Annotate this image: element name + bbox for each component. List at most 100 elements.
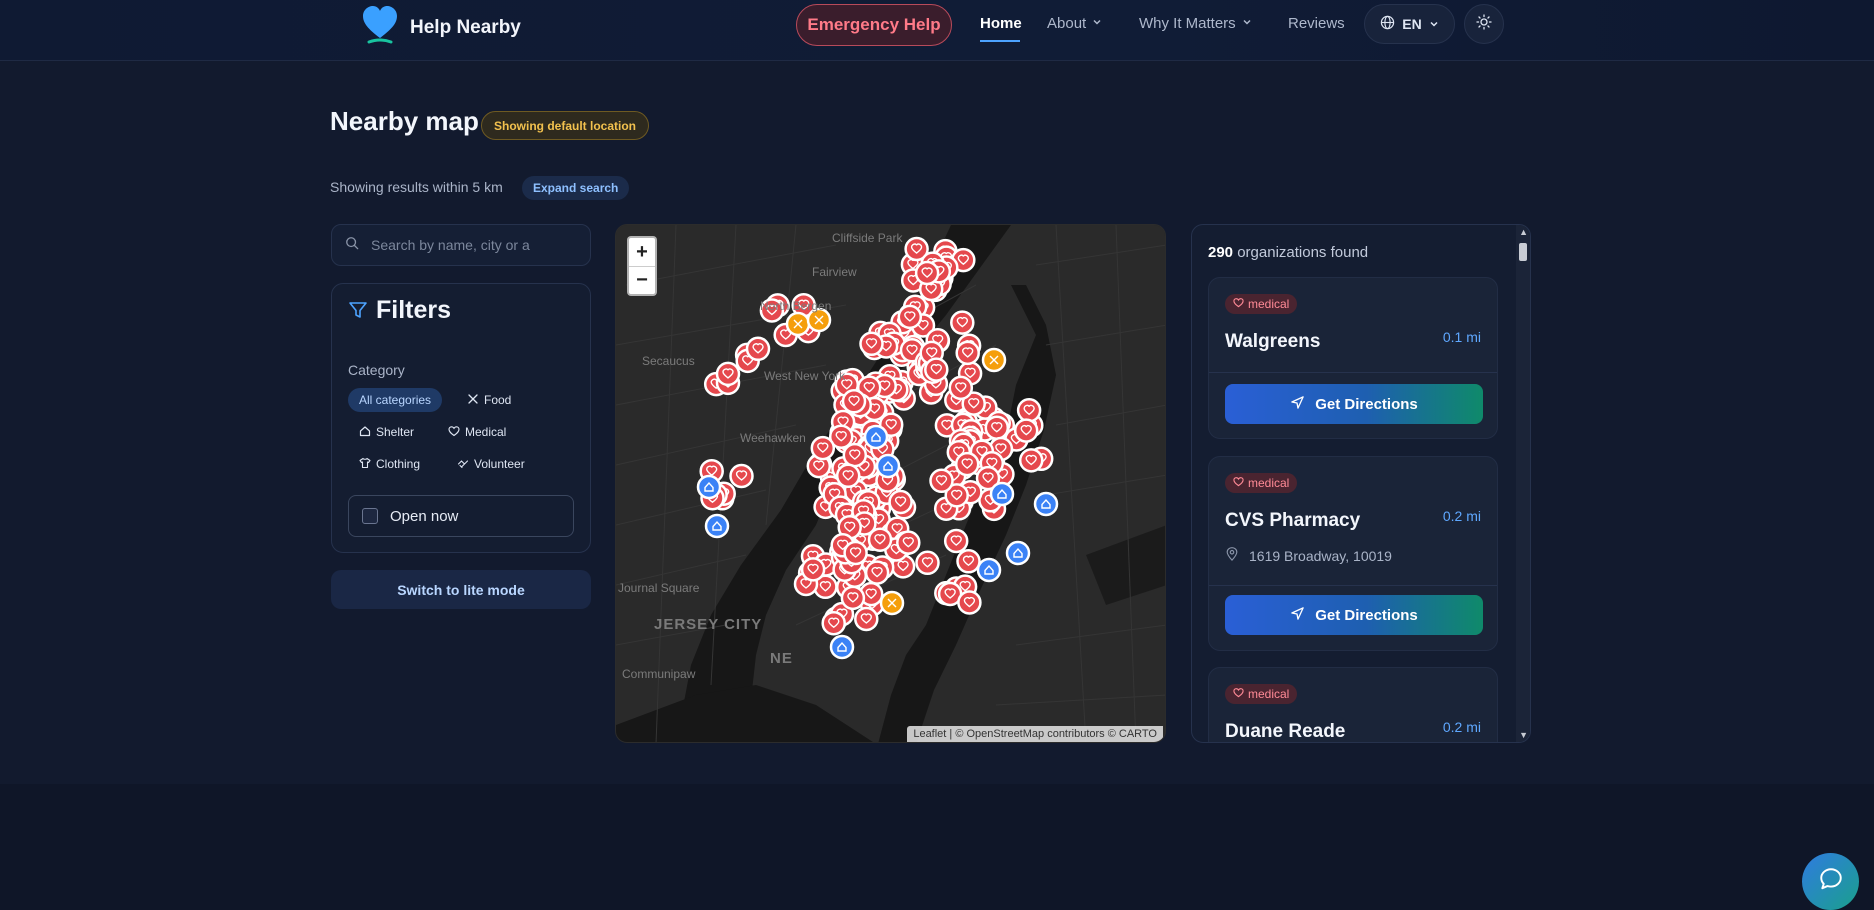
chip-all-categories[interactable]: All categories — [348, 388, 443, 412]
sun-icon — [1476, 13, 1492, 35]
language-code: EN — [1402, 16, 1422, 32]
lite-mode-button[interactable]: Switch to lite mode — [331, 570, 591, 609]
language-selector[interactable]: EN — [1364, 4, 1455, 44]
shelter-marker-icon[interactable] — [863, 424, 889, 450]
category-tag-label: medical — [1248, 297, 1290, 311]
results-panel: 290 organizations found medical Walgreen… — [1191, 224, 1531, 743]
chat-button[interactable] — [1802, 853, 1859, 910]
medical-marker-icon[interactable] — [867, 527, 893, 552]
medical-marker-icon[interactable] — [715, 361, 741, 387]
shelter-marker-icon[interactable] — [1033, 491, 1059, 517]
medical-marker-icon[interactable] — [956, 549, 981, 574]
category-tag: medical — [1225, 684, 1298, 704]
nav-home-label: Home — [980, 15, 1022, 32]
shelter-marker-icon[interactable] — [829, 634, 855, 660]
filters-title: Filters — [376, 296, 452, 324]
results-scrollbar[interactable]: ▲ ▼ — [1516, 225, 1530, 742]
shelter-marker-icon[interactable] — [875, 453, 901, 479]
nav-home[interactable]: Home — [980, 15, 1022, 32]
scrollbar-thumb[interactable] — [1519, 243, 1527, 261]
food-marker-icon[interactable] — [981, 347, 1007, 373]
get-directions-button[interactable]: Get Directions — [1225, 595, 1483, 635]
result-distance: 0.2 mi — [1442, 719, 1481, 735]
map-place-label: JERSEY CITY — [654, 616, 763, 633]
zoom-out-button[interactable]: − — [629, 266, 655, 294]
chip-food[interactable]: Food — [456, 388, 522, 412]
chip-label: All categories — [359, 393, 432, 407]
food-marker-icon[interactable] — [785, 311, 811, 337]
result-name[interactable]: Duane Reade — [1225, 721, 1345, 742]
result-card[interactable]: medical CVS Pharmacy 0.2 mi 1619 Broadwa… — [1208, 456, 1498, 651]
scroll-down-arrow-icon[interactable]: ▼ — [1519, 730, 1528, 740]
scroll-up-arrow-icon[interactable]: ▲ — [1519, 227, 1528, 237]
zoom-control: + − — [627, 236, 657, 296]
nav-why-it-matters[interactable]: Why It Matters — [1139, 15, 1252, 32]
medical-marker-icon[interactable] — [955, 340, 980, 366]
brand-logo-link[interactable]: Help Nearby — [360, 4, 521, 51]
category-tag: medical — [1225, 473, 1298, 493]
medical-marker-icon[interactable] — [915, 550, 940, 576]
medical-marker-icon[interactable] — [821, 610, 846, 636]
shelter-marker-icon[interactable] — [1005, 540, 1031, 566]
medical-marker-icon[interactable] — [924, 357, 949, 382]
map-place-label: Journal Square — [618, 581, 700, 595]
search-field[interactable] — [331, 224, 591, 266]
medical-marker-icon[interactable] — [950, 310, 975, 335]
medical-marker-icon[interactable] — [957, 590, 982, 615]
medical-marker-icon[interactable] — [896, 530, 921, 555]
theme-toggle-button[interactable] — [1464, 4, 1504, 44]
search-input[interactable] — [371, 237, 571, 253]
emergency-help-button[interactable]: Emergency Help — [796, 4, 952, 46]
chip-shelter[interactable]: Shelter — [348, 420, 425, 444]
medical-marker-icon[interactable] — [800, 557, 826, 582]
chip-label: Shelter — [376, 425, 415, 439]
result-card[interactable]: medical Walgreens 0.1 mi Get Directions — [1208, 277, 1498, 439]
shelter-marker-icon[interactable] — [704, 513, 730, 539]
medical-marker-icon[interactable] — [840, 585, 866, 611]
chip-medical[interactable]: Medical — [437, 420, 517, 444]
medical-marker-icon[interactable] — [729, 463, 754, 489]
medical-marker-icon[interactable] — [841, 389, 867, 414]
nav-reviews[interactable]: Reviews — [1288, 15, 1345, 32]
medical-marker-icon[interactable] — [842, 442, 868, 468]
shirt-icon — [359, 457, 371, 472]
nav-about[interactable]: About — [1047, 15, 1102, 32]
medical-marker-icon[interactable] — [929, 468, 954, 494]
medical-marker-icon[interactable] — [745, 336, 771, 362]
food-marker-icon[interactable] — [879, 590, 905, 616]
medical-marker-icon[interactable] — [1016, 398, 1042, 423]
medical-marker-icon[interactable] — [948, 375, 974, 401]
shelter-marker-icon[interactable] — [989, 481, 1015, 507]
chip-clothing[interactable]: Clothing — [348, 452, 431, 476]
medical-marker-icon[interactable] — [888, 489, 913, 515]
medical-marker-icon[interactable] — [914, 260, 940, 286]
result-card[interactable]: medical Duane Reade 0.2 mi — [1208, 667, 1498, 742]
map-view[interactable]: Cliffside Park Fairview North Bergen Sec… — [615, 224, 1166, 743]
shelter-marker-icon[interactable] — [976, 557, 1002, 583]
medical-marker-icon[interactable] — [897, 304, 923, 330]
card-divider — [1209, 585, 1497, 586]
shelter-marker-icon[interactable] — [696, 474, 722, 500]
medical-marker-icon[interactable] — [864, 560, 890, 585]
medical-marker-icon[interactable] — [984, 415, 1010, 440]
chip-volunteer[interactable]: Volunteer — [446, 452, 536, 476]
zoom-in-button[interactable]: + — [629, 238, 655, 266]
medical-marker-icon[interactable] — [835, 463, 861, 489]
medical-marker-icon[interactable] — [854, 606, 879, 632]
medical-marker-icon[interactable] — [843, 540, 868, 566]
medical-marker-icon[interactable] — [943, 528, 969, 554]
medical-marker-icon[interactable] — [810, 435, 836, 461]
medical-marker-icon[interactable] — [859, 331, 884, 357]
get-directions-button[interactable]: Get Directions — [1225, 384, 1483, 424]
medical-marker-icon[interactable] — [954, 451, 980, 477]
result-name[interactable]: Walgreens — [1225, 331, 1320, 353]
open-now-toggle[interactable]: Open now — [348, 495, 574, 537]
expand-search-button[interactable]: Expand search — [522, 176, 630, 200]
filters-panel: Filters Category All categories Food She… — [331, 283, 591, 553]
medical-marker-icon[interactable] — [1018, 448, 1044, 473]
open-now-checkbox[interactable] — [362, 508, 378, 524]
chat-bubble-icon — [1818, 866, 1844, 897]
medical-marker-icon[interactable] — [1013, 418, 1039, 443]
nav-reviews-label: Reviews — [1288, 15, 1345, 32]
result-name[interactable]: CVS Pharmacy — [1225, 510, 1360, 532]
